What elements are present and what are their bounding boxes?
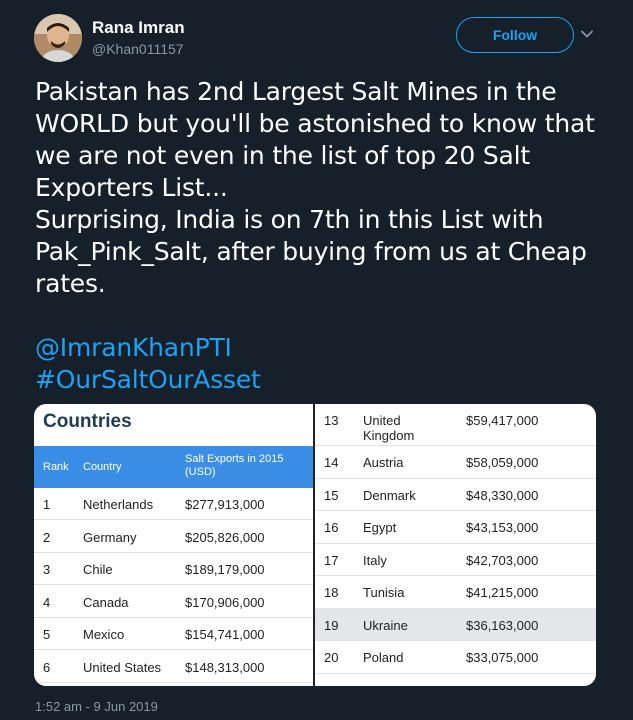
hashtag-link[interactable]: #OurSaltOurAsset [35, 364, 615, 396]
row-value: $48,330,000 [466, 488, 539, 503]
table-row: 15 Denmark $48,330,000 [315, 479, 596, 511]
table-right-panel: 13 United Kingdom $59,417,000 14 Austria… [315, 404, 596, 686]
table-row: 2 Germany $205,826,000 [34, 521, 314, 553]
table-row: 5 Mexico $154,741,000 [34, 618, 314, 650]
row-rank: 2 [43, 530, 51, 545]
row-country: Austria [363, 455, 404, 470]
table-row: 20 Poland $33,075,000 [315, 641, 596, 674]
header-exports: Salt Exports in 2015 (USD) [185, 453, 284, 478]
row-rank: 18 [324, 585, 339, 600]
table-row: 16 Egypt $43,153,000 [315, 511, 596, 544]
row-rank: 4 [43, 595, 51, 610]
user-name[interactable]: Rana Imran [92, 18, 185, 38]
row-value: $59,417,000 [466, 413, 539, 428]
row-country: Egypt [363, 520, 397, 535]
header-rank: Rank [43, 461, 69, 473]
row-country: Ukraine [363, 618, 408, 633]
row-rank: 16 [324, 520, 339, 535]
row-rank: 19 [324, 618, 339, 633]
tweet-line: Surprising, India is on 7th in this List… [35, 205, 544, 234]
table-row: 14 Austria $58,059,000 [315, 446, 596, 479]
row-value: $41,215,000 [466, 585, 539, 600]
row-value: $170,906,000 [185, 595, 265, 610]
row-rank: 20 [324, 650, 339, 665]
row-value: $277,913,000 [185, 497, 265, 512]
avatar-photo-icon [34, 14, 82, 62]
row-value: $33,075,000 [466, 650, 539, 665]
row-rank: 15 [324, 488, 339, 503]
table-row-highlighted: 19 Ukraine $36,163,000 [315, 609, 596, 641]
row-country: Netherlands [83, 497, 154, 512]
avatar[interactable] [34, 14, 82, 62]
row-country: Italy [363, 553, 387, 568]
row-rank: 13 [324, 413, 339, 428]
table-title: Countries [43, 411, 132, 432]
tweet-line: we are not even in the list of top 20 Sa… [35, 141, 531, 170]
table-row: 1 Netherlands $277,913,000 [34, 488, 314, 520]
row-country: Canada [83, 595, 129, 610]
row-country: Germany [83, 530, 137, 545]
row-country: United Kingdom [363, 413, 415, 443]
table-row: 17 Italy $42,703,000 [315, 544, 596, 576]
table-left-panel: Countries Rank Country Salt Exports in 2… [34, 404, 314, 686]
row-value: $36,163,000 [466, 618, 539, 633]
tweet-header: Rana Imran @Khan011157 Follow [34, 14, 604, 64]
row-rank: 14 [324, 455, 339, 470]
row-value: $42,703,000 [466, 553, 539, 568]
row-country: United States [83, 660, 162, 675]
user-handle[interactable]: @Khan011157 [92, 41, 184, 57]
row-value: $58,059,000 [466, 455, 539, 470]
row-value: $154,741,000 [185, 627, 265, 642]
chevron-down-icon[interactable] [579, 26, 595, 42]
row-value: $205,826,000 [185, 530, 265, 545]
row-rank: 6 [43, 660, 51, 675]
row-rank: 17 [324, 553, 339, 568]
row-rank: 1 [43, 497, 51, 512]
row-value: $148,313,000 [185, 660, 265, 675]
row-country: Chile [83, 562, 113, 577]
row-value: $43,153,000 [466, 520, 539, 535]
row-country: Poland [363, 650, 404, 665]
table-row: 13 United Kingdom $59,417,000 [315, 404, 596, 446]
header-country: Country [83, 461, 122, 473]
tweet-timestamp[interactable]: 1:52 am - 9 Jun 2019 [35, 699, 158, 714]
tweet-line: WORLD but you'll be astonished to know t… [35, 109, 595, 138]
table-header: Rank Country Salt Exports in 2015 (USD) [34, 446, 314, 488]
tweet-image[interactable]: Countries Rank Country Salt Exports in 2… [34, 404, 596, 686]
row-country: Tunisia [363, 585, 405, 600]
row-value: $189,179,000 [185, 562, 265, 577]
row-rank: 3 [43, 562, 51, 577]
table-row: 4 Canada $170,906,000 [34, 586, 314, 618]
table-row: 6 United States $148,313,000 [34, 651, 314, 683]
table-row: 3 Chile $189,179,000 [34, 553, 314, 585]
row-country: Mexico [83, 627, 125, 642]
row-rank: 5 [43, 627, 51, 642]
follow-button[interactable]: Follow [456, 17, 574, 53]
mention-link[interactable]: @ImranKhanPTI [35, 332, 615, 364]
row-country: Denmark [363, 488, 416, 503]
table-row: 18 Tunisia $41,215,000 [315, 576, 596, 609]
tweet-text: Pakistan has 2nd Largest Salt Mines in t… [35, 76, 615, 396]
tweet-line: Pak_Pink_Salt, after buying from us at C… [35, 237, 587, 266]
tweet-line: Pakistan has 2nd Largest Salt Mines in t… [35, 77, 557, 106]
tweet-line: rates. [35, 269, 106, 298]
tweet-line: Exporters List... [35, 173, 228, 202]
